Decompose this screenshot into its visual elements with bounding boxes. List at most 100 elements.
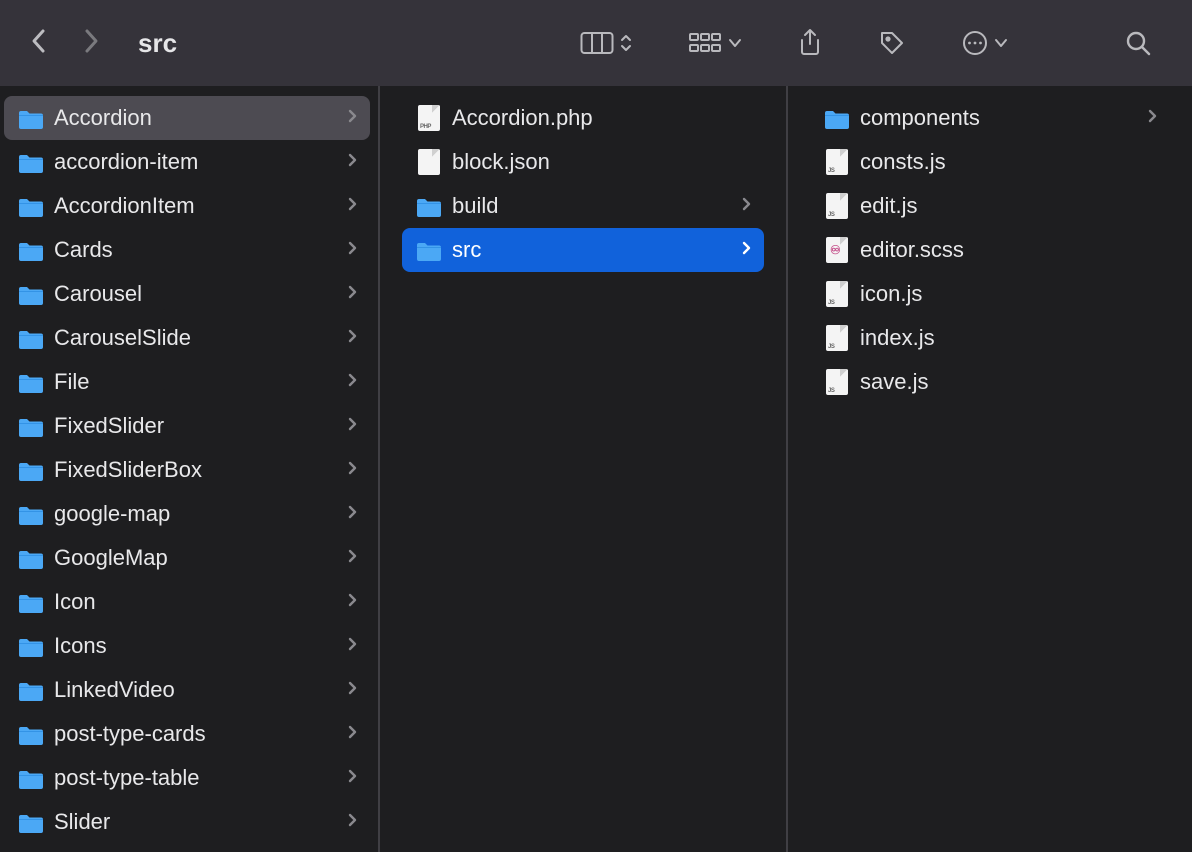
file-icon: JS [826, 149, 848, 175]
window-title: src [138, 28, 177, 59]
toolbar-controls [572, 22, 1160, 64]
list-item[interactable]: components [810, 96, 1170, 140]
item-label: Icons [54, 633, 344, 659]
folder-icon [18, 196, 44, 216]
list-item[interactable]: JSedit.js [810, 184, 1170, 228]
list-item[interactable]: JSindex.js [810, 316, 1170, 360]
folder-icon [18, 636, 44, 656]
item-label: edit.js [860, 193, 1144, 219]
item-label: Slider [54, 809, 344, 835]
list-item[interactable]: post-type-cards [4, 712, 370, 756]
item-label: CarouselSlide [54, 325, 344, 351]
file-icon: JS [826, 325, 848, 351]
folder-icon [18, 504, 44, 524]
folder-icon [824, 108, 850, 128]
item-label: Accordion.php [452, 105, 738, 131]
updown-icon [620, 33, 632, 53]
column-view: Accordion accordion-item AccordionItem C… [0, 86, 1192, 852]
chevron-right-icon [348, 197, 357, 216]
item-label: Cards [54, 237, 344, 263]
item-label: post-type-cards [54, 721, 344, 747]
list-item[interactable]: JSicon.js [810, 272, 1170, 316]
list-item[interactable]: CarouselSlide [4, 316, 370, 360]
item-label: src [452, 237, 738, 263]
toolbar: src [0, 0, 1192, 86]
list-item[interactable]: post-type-table [4, 756, 370, 800]
folder-icon [18, 372, 44, 392]
chevron-right-icon [348, 549, 357, 568]
file-icon: ♾ [826, 237, 848, 263]
chevron-right-icon [348, 725, 357, 744]
group-button[interactable] [680, 25, 750, 61]
item-label: Icon [54, 589, 344, 615]
column-1[interactable]: Accordion accordion-item AccordionItem C… [0, 86, 380, 852]
forward-button[interactable] [82, 27, 100, 60]
share-button[interactable] [790, 22, 830, 64]
list-item[interactable]: Icon [4, 580, 370, 624]
folder-icon [416, 240, 442, 260]
list-item[interactable]: FixedSlider [4, 404, 370, 448]
folder-icon [18, 680, 44, 700]
list-item[interactable]: src [402, 228, 764, 272]
list-item[interactable]: ♾editor.scss [810, 228, 1170, 272]
list-item[interactable]: Slider [4, 800, 370, 844]
list-item[interactable]: Carousel [4, 272, 370, 316]
search-button[interactable] [1116, 23, 1160, 63]
list-item[interactable]: FixedSliderBox [4, 448, 370, 492]
chevron-right-icon [348, 109, 357, 128]
item-label: consts.js [860, 149, 1144, 175]
chevron-right-icon [348, 417, 357, 436]
item-label: Accordion [54, 105, 344, 131]
item-label: components [860, 105, 1144, 131]
tags-button[interactable] [870, 23, 914, 63]
list-item[interactable]: accordion-item [4, 140, 370, 184]
list-item[interactable]: build [402, 184, 764, 228]
item-label: Carousel [54, 281, 344, 307]
view-columns-button[interactable] [572, 25, 640, 61]
chevron-right-icon [348, 769, 357, 788]
item-label: google-map [54, 501, 344, 527]
folder-icon [18, 724, 44, 744]
chevron-right-icon [348, 681, 357, 700]
chevron-down-icon [728, 38, 742, 48]
list-item[interactable]: block.json [402, 140, 764, 184]
chevron-right-icon [742, 241, 751, 260]
item-label: accordion-item [54, 149, 344, 175]
list-item[interactable]: AccordionItem [4, 184, 370, 228]
list-item[interactable]: JS consts.js [810, 140, 1170, 184]
chevron-right-icon [348, 329, 357, 348]
item-label: File [54, 369, 344, 395]
column-3[interactable]: components JSconsts.jsJSedit.js♾editor.s… [788, 86, 1192, 852]
list-item[interactable]: GoogleMap [4, 536, 370, 580]
back-button[interactable] [30, 27, 48, 60]
actions-button[interactable] [954, 24, 1016, 62]
list-item[interactable]: PHP Accordion.php [402, 96, 764, 140]
list-item[interactable]: Accordion [4, 96, 370, 140]
list-item[interactable]: JSsave.js [810, 360, 1170, 404]
file-icon [418, 149, 440, 175]
chevron-right-icon [1148, 109, 1157, 128]
list-item[interactable]: Icons [4, 624, 370, 668]
chevron-down-icon [994, 38, 1008, 48]
item-label: block.json [452, 149, 738, 175]
item-label: build [452, 193, 738, 219]
chevron-right-icon [348, 813, 357, 832]
file-icon: PHP [418, 105, 440, 131]
chevron-right-icon [348, 285, 357, 304]
folder-icon [18, 416, 44, 436]
item-label: LinkedVideo [54, 677, 344, 703]
item-label: GoogleMap [54, 545, 344, 571]
chevron-right-icon [348, 505, 357, 524]
item-label: FixedSliderBox [54, 457, 344, 483]
list-item[interactable]: File [4, 360, 370, 404]
folder-icon [18, 284, 44, 304]
list-item[interactable]: google-map [4, 492, 370, 536]
item-label: post-type-table [54, 765, 344, 791]
list-item[interactable]: Cards [4, 228, 370, 272]
item-label: save.js [860, 369, 1144, 395]
list-item[interactable]: LinkedVideo [4, 668, 370, 712]
folder-icon [18, 152, 44, 172]
column-2[interactable]: PHP Accordion.php block.json build src [380, 86, 788, 852]
folder-icon [18, 812, 44, 832]
chevron-right-icon [348, 153, 357, 172]
